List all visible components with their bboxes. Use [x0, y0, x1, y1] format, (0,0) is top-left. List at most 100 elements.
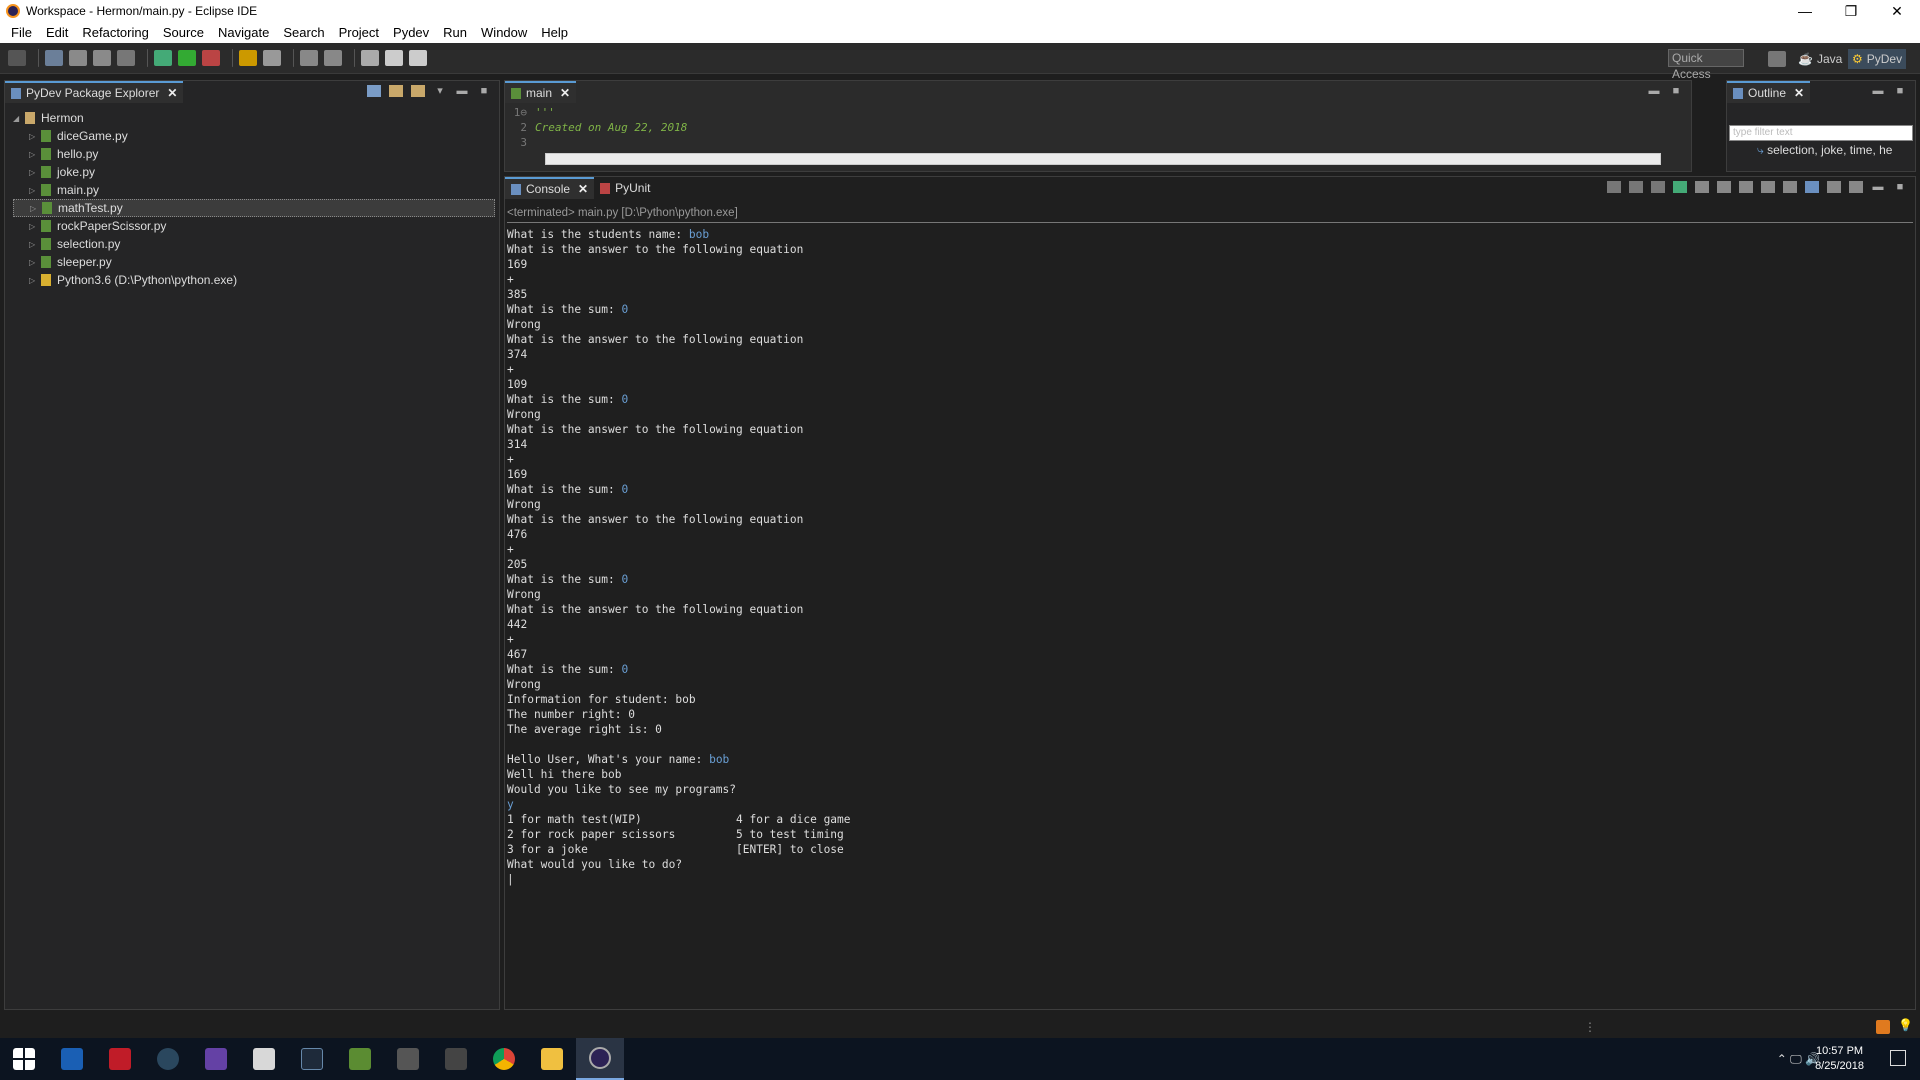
tab-outline[interactable]: Outline ✕ — [1727, 81, 1811, 103]
tab-console[interactable]: Console ✕ — [505, 177, 595, 199]
taskbar-app[interactable] — [384, 1038, 432, 1080]
run-icon[interactable] — [178, 50, 196, 66]
restore-button[interactable]: ❐ — [1828, 0, 1874, 22]
menu-pydev[interactable]: Pydev — [386, 25, 436, 40]
taskbar-app[interactable] — [144, 1038, 192, 1080]
tab-pyunit[interactable]: PyUnit — [594, 177, 656, 199]
annotation-icon[interactable] — [300, 50, 318, 66]
menu-project[interactable]: Project — [332, 25, 386, 40]
tree-item[interactable]: ▷ sleeper.py — [13, 253, 495, 271]
close-icon[interactable]: ✕ — [560, 86, 570, 100]
quick-access-input[interactable]: Quick Access — [1668, 49, 1744, 81]
expand-arrow-icon[interactable]: ◢ — [13, 114, 25, 123]
clear-console-icon[interactable] — [1695, 181, 1709, 193]
menu-window[interactable]: Window — [474, 25, 534, 40]
back-icon[interactable] — [385, 50, 403, 66]
taskbar-app[interactable] — [480, 1038, 528, 1080]
menu-edit[interactable]: Edit — [39, 25, 75, 40]
close-icon[interactable]: ✕ — [578, 182, 588, 196]
print-icon[interactable] — [117, 50, 135, 66]
link-editor-icon[interactable] — [389, 85, 403, 97]
minimize-icon[interactable]: ▬ — [1647, 85, 1661, 97]
expand-arrow-icon[interactable]: ▷ — [30, 204, 42, 213]
console-output[interactable]: What is the students name: bob What is th… — [507, 227, 1913, 1007]
taskbar-app[interactable] — [528, 1038, 576, 1080]
taskbar-app[interactable] — [48, 1038, 96, 1080]
show-stderr-icon[interactable] — [1783, 181, 1797, 193]
menu-navigate[interactable]: Navigate — [211, 25, 276, 40]
perspective-icon[interactable] — [8, 50, 26, 66]
expand-arrow-icon[interactable]: ▷ — [29, 150, 41, 159]
menu-source[interactable]: Source — [156, 25, 211, 40]
tree-item[interactable]: ▷ selection.py — [13, 235, 495, 253]
tree-item[interactable]: ▷ diceGame.py — [13, 127, 495, 145]
menu-help[interactable]: Help — [534, 25, 575, 40]
pydev-perspective-button[interactable]: ⚙ PyDev — [1848, 49, 1907, 69]
save-all-icon[interactable] — [93, 50, 111, 66]
tree-item[interactable]: ▷ Python3.6 (D:\Python\python.exe) — [13, 271, 495, 289]
debug-icon[interactable] — [1673, 181, 1687, 193]
tip-icon[interactable]: 💡 — [1898, 1018, 1913, 1032]
display-console-icon[interactable] — [1827, 181, 1841, 193]
expand-arrow-icon[interactable]: ▷ — [29, 240, 41, 249]
new-icon[interactable] — [45, 50, 63, 66]
tree-item[interactable]: ▷ hello.py — [13, 145, 495, 163]
taskbar-app[interactable] — [240, 1038, 288, 1080]
expand-arrow-icon[interactable]: ▷ — [29, 186, 41, 195]
open-type-icon[interactable] — [239, 50, 257, 66]
remove-launch-icon[interactable] — [1629, 181, 1643, 193]
taskbar-app[interactable] — [288, 1038, 336, 1080]
expand-arrow-icon[interactable]: ▷ — [29, 168, 41, 177]
maximize-icon[interactable]: ■ — [1893, 85, 1907, 97]
view-menu-icon[interactable]: ▾ — [433, 85, 447, 97]
tab-package-explorer[interactable]: PyDev Package Explorer ✕ — [5, 81, 184, 103]
taskbar-app[interactable] — [192, 1038, 240, 1080]
tab-main[interactable]: main ✕ — [505, 81, 577, 103]
scroll-lock-icon[interactable] — [1717, 181, 1731, 193]
menu-run[interactable]: Run — [436, 25, 474, 40]
expand-arrow-icon[interactable]: ▷ — [29, 132, 41, 141]
forward-history-icon[interactable] — [411, 85, 425, 97]
outline-filter-input[interactable]: type filter text — [1729, 125, 1913, 141]
clock[interactable]: 10:57 PM 8/25/2018 — [1815, 1044, 1864, 1074]
expand-arrow-icon[interactable]: ▷ — [29, 222, 41, 231]
outline-item[interactable]: ⤷ selection, joke, time, he — [1757, 143, 1892, 158]
next-annotation-icon[interactable] — [324, 50, 342, 66]
menu-refactoring[interactable]: Refactoring — [75, 25, 155, 40]
menu-search[interactable]: Search — [276, 25, 331, 40]
pin-console-icon[interactable] — [1805, 181, 1819, 193]
taskbar-app[interactable] — [96, 1038, 144, 1080]
open-perspective-button[interactable] — [1768, 49, 1792, 69]
horizontal-scrollbar[interactable] — [545, 153, 1661, 165]
expand-arrow-icon[interactable]: ▷ — [29, 276, 41, 285]
minimize-icon[interactable]: ▬ — [1871, 181, 1885, 193]
close-icon[interactable]: ✕ — [1794, 86, 1804, 100]
terminate-icon[interactable] — [1607, 181, 1621, 193]
notification-icon[interactable] — [1890, 1050, 1906, 1066]
show-stdout-icon[interactable] — [1761, 181, 1775, 193]
close-icon[interactable]: ✕ — [167, 86, 177, 100]
external-tools-icon[interactable] — [202, 50, 220, 66]
close-button[interactable]: ✕ — [1874, 0, 1920, 22]
java-perspective-button[interactable]: ☕ Java — [1798, 49, 1842, 69]
taskbar-app-active[interactable] — [576, 1038, 624, 1080]
project-node[interactable]: ◢ Hermon — [13, 109, 495, 127]
system-tray[interactable]: ⌃ 🖵 🔊 — [1777, 1052, 1820, 1067]
minimize-button[interactable]: — — [1782, 0, 1828, 22]
debug-icon[interactable] — [154, 50, 172, 66]
maximize-icon[interactable]: ■ — [1669, 85, 1683, 97]
forward-icon[interactable] — [409, 50, 427, 66]
remove-all-icon[interactable] — [1651, 181, 1665, 193]
maximize-icon[interactable]: ■ — [1893, 181, 1907, 193]
rss-icon[interactable] — [1876, 1020, 1890, 1034]
menu-file[interactable]: File — [4, 25, 39, 40]
open-console-icon[interactable] — [1849, 181, 1863, 193]
tree-item[interactable]: ▷ rockPaperScissor.py — [13, 217, 495, 235]
search-icon[interactable] — [263, 50, 281, 66]
tree-item[interactable]: ▷ main.py — [13, 181, 495, 199]
last-edit-icon[interactable] — [361, 50, 379, 66]
tree-item[interactable]: ▷ joke.py — [13, 163, 495, 181]
start-button[interactable] — [0, 1038, 48, 1080]
word-wrap-icon[interactable] — [1739, 181, 1753, 193]
minimize-icon[interactable]: ▬ — [455, 85, 469, 97]
